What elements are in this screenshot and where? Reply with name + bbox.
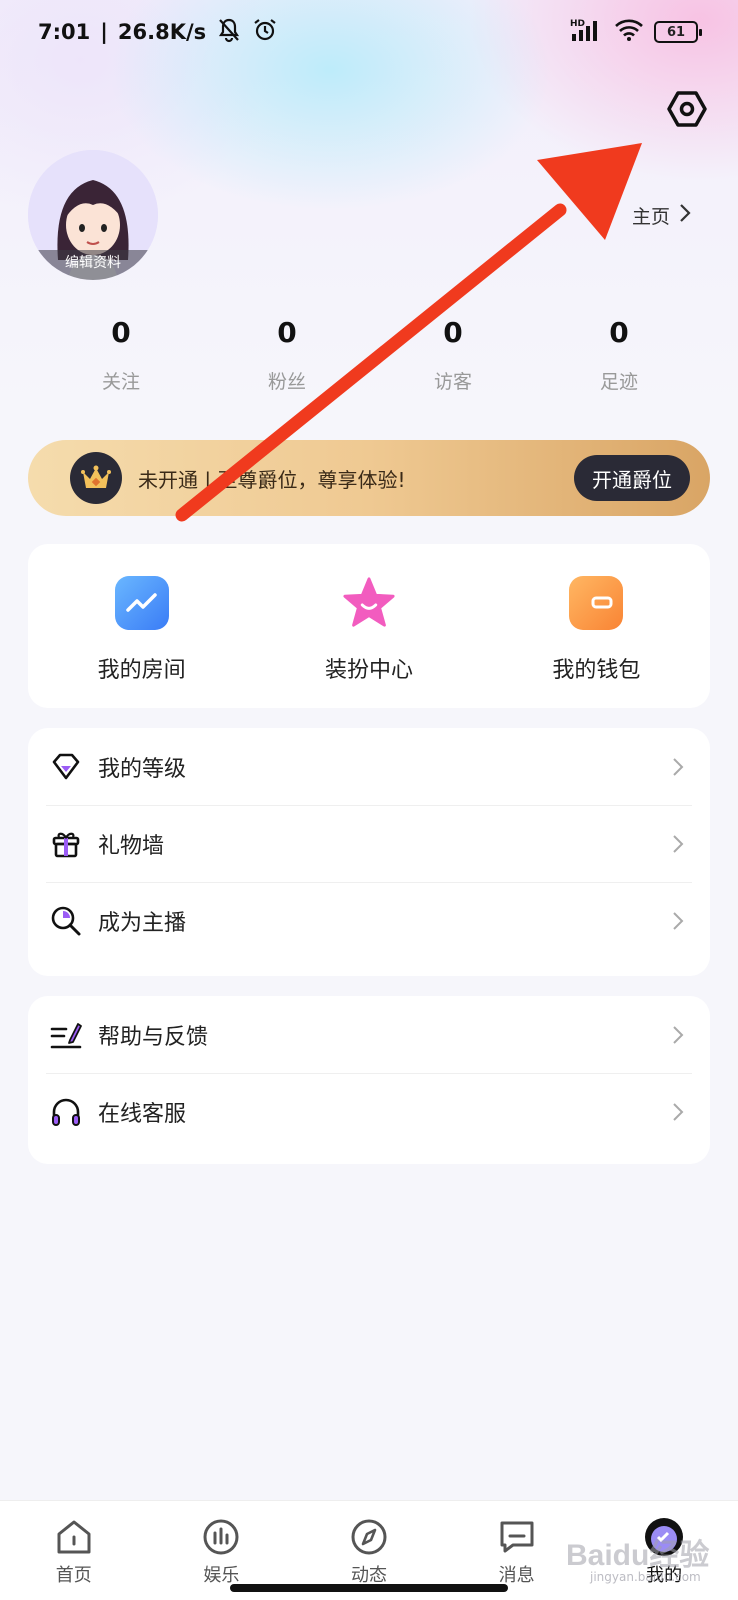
chevron-right-icon [678,202,692,229]
headphones-icon [50,1096,82,1128]
quick-action-wallet[interactable]: 我的钱包 [483,544,710,708]
cellular-signal-icon: HD [570,17,604,47]
quick-action-label: 装扮中心 [324,658,413,683]
gift-icon [50,828,82,860]
status-time: 7:01 [38,20,91,44]
stat-following[interactable]: 0 关注 [38,316,204,394]
stat-value: 0 [111,316,131,349]
stats-row: 0 关注 0 粉丝 0 访客 0 足迹 [38,316,702,394]
edit-profile-label[interactable]: 编辑资料 [28,250,158,280]
vip-text: 未开通 | 至尊爵位，尊享体验! [138,467,406,492]
stat-label: 访客 [433,371,472,393]
status-left: 7:01 | 26.8K/s [38,17,278,48]
network-speed: 26.8K/s [117,20,207,44]
quick-action-dressup[interactable]: 装扮中心 [255,544,482,708]
menu-item-label: 成为主播 [98,910,187,936]
crown-icon [70,452,122,504]
mute-bell-icon [216,17,242,48]
stat-fans[interactable]: 0 粉丝 [204,316,370,394]
message-icon [495,1515,539,1559]
svg-text:HD: HD [570,19,585,29]
menu-item-online-service[interactable]: 在线客服 [28,1073,710,1150]
diamond-icon [50,751,82,783]
menu-item-label: 礼物墙 [98,833,165,859]
stat-value: 0 [609,316,629,349]
quick-action-label: 我的钱包 [552,658,641,683]
menu-item-label: 帮助与反馈 [98,1024,209,1050]
status-bar: 7:01 | 26.8K/s HD 61 [0,0,738,64]
chevron-right-icon [668,1102,688,1122]
battery-indicator: 61 [654,21,702,43]
settings-button[interactable] [664,88,710,134]
stat-label: 粉丝 [267,371,306,393]
menu-group-support: 帮助与反馈 在线客服 [28,996,710,1164]
menu-group-primary: 我的等级 礼物墙 成为主播 [28,728,710,976]
watermark-url: jingyan.baidu.com [590,1570,701,1584]
home-indicator[interactable] [230,1584,508,1592]
tab-home[interactable]: 首页 [0,1501,148,1600]
home-icon [52,1515,96,1559]
stat-label: 关注 [101,371,140,393]
stat-value: 0 [277,316,297,349]
chevron-right-icon [668,834,688,854]
chevron-right-icon [668,757,688,777]
quick-action-label: 我的房间 [97,658,186,683]
menu-item-my-level[interactable]: 我的等级 [28,728,710,805]
open-vip-button[interactable]: 开通爵位 [574,455,690,501]
compass-icon [347,1515,391,1559]
menu-item-label: 在线客服 [98,1101,187,1127]
stat-label: 足迹 [599,371,638,393]
vip-banner[interactable]: 未开通 | 至尊爵位，尊享体验! 开通爵位 [28,440,710,516]
star-icon [342,576,396,630]
menu-item-help-feedback[interactable]: 帮助与反馈 [28,996,710,1073]
edit-feedback-icon [50,1019,82,1051]
homepage-link-label: 主页 [632,206,671,228]
homepage-link[interactable]: 主页 [632,202,692,229]
menu-item-label: 我的等级 [98,756,187,782]
stat-footprints[interactable]: 0 足迹 [536,316,702,394]
status-right: HD 61 [570,17,702,47]
wifi-icon [614,18,644,46]
watermark: Baidu经验 [566,1539,710,1572]
avatar[interactable]: 编辑资料 [28,150,158,280]
tab-label: 首页 [55,1565,92,1586]
entertainment-icon [199,1515,243,1559]
stat-value: 0 [443,316,463,349]
menu-item-become-host[interactable]: 成为主播 [28,882,710,959]
chevron-right-icon [668,1025,688,1045]
menu-item-gift-wall[interactable]: 礼物墙 [28,805,710,882]
alarm-icon [252,17,278,48]
settings-hexagon-icon [667,89,707,133]
chart-room-icon [114,576,169,630]
magnifier-icon [50,905,82,937]
quick-actions-card: 我的房间 装扮中心 我的钱包 [28,544,710,708]
quick-action-my-room[interactable]: 我的房间 [28,544,255,708]
wallet-icon [569,576,624,630]
stat-visitors[interactable]: 0 访客 [370,316,536,394]
chevron-right-icon [668,911,688,931]
status-separator: | [100,20,108,44]
